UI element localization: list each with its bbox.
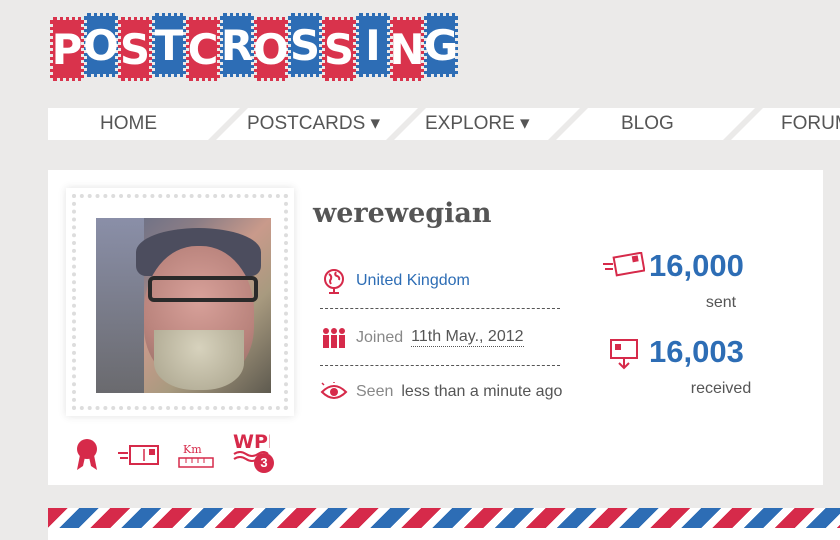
people-icon [320,324,348,352]
postcard-icon[interactable] [118,443,160,471]
logo-letter: P [50,17,84,81]
airmail-border [48,508,840,540]
logo-letter: G [424,13,458,77]
nav-postcards[interactable]: POSTCARDS ▾ [247,108,380,140]
logo-letter: S [118,17,152,81]
avatar-stamp-frame [72,194,288,410]
joined-date: 11th May., 2012 [411,328,524,347]
received-label: received [690,380,752,397]
sent-count: 16,000 [649,248,744,283]
eye-icon [320,378,348,406]
postcard-sent-icon [603,252,645,277]
nav-explore[interactable]: EXPLORE ▾ [425,108,530,140]
avatar[interactable] [96,218,271,393]
logo-letter: N [389,17,425,81]
joined-label: Joined [356,328,404,346]
nav-forum[interactable]: FORUM [781,108,840,140]
nav-separator [723,108,763,140]
logo-letter: S [322,17,356,81]
svg-text:Km: Km [183,443,202,456]
received-count: 16,003 [649,334,744,369]
logo-letter: O [83,13,119,77]
logo-letter: I [356,13,390,77]
nav-home[interactable]: HOME [100,108,157,140]
seen-value: less than a minute ago [401,383,563,400]
wpd-count-badge: 3 [254,453,274,473]
country-link[interactable]: United Kingdom [356,272,470,290]
username: werewegian [313,198,492,229]
ribbon-icon[interactable] [74,437,100,471]
logo-letter: R [220,13,254,77]
nav-separator [548,108,588,140]
logo-letter: S [288,13,322,77]
distance-ruler-icon[interactable]: Km [178,441,214,471]
nav-blog[interactable]: BLOG [621,108,674,140]
sent-label: sent [705,294,737,311]
joined-row: Joined 11th May., 2012 [320,310,560,366]
logo-letter: C [186,17,220,81]
postcrossing-logo[interactable]: P O S T C R O S S I N G [50,13,458,81]
seen-label: Seen [356,383,394,400]
nav-separator [208,108,248,140]
seen-row: Seen less than a minute ago [320,364,580,420]
svg-text:WPD: WPD [233,431,270,453]
globe-icon [320,267,348,295]
badges-row: Km WPD 3 [74,428,284,473]
postcard-received-icon [610,339,638,370]
logo-letter: O [253,17,289,81]
profile-card: Km WPD 3 werewegian United Kin [48,170,823,485]
wpd-badge[interactable]: WPD 3 [232,428,284,473]
country-row: United Kingdom [320,253,560,309]
main-nav: HOME POSTCARDS ▾ EXPLORE ▾ BLOG FORUM [48,108,840,140]
logo-letter: T [152,13,186,77]
nav-separator [386,108,426,140]
